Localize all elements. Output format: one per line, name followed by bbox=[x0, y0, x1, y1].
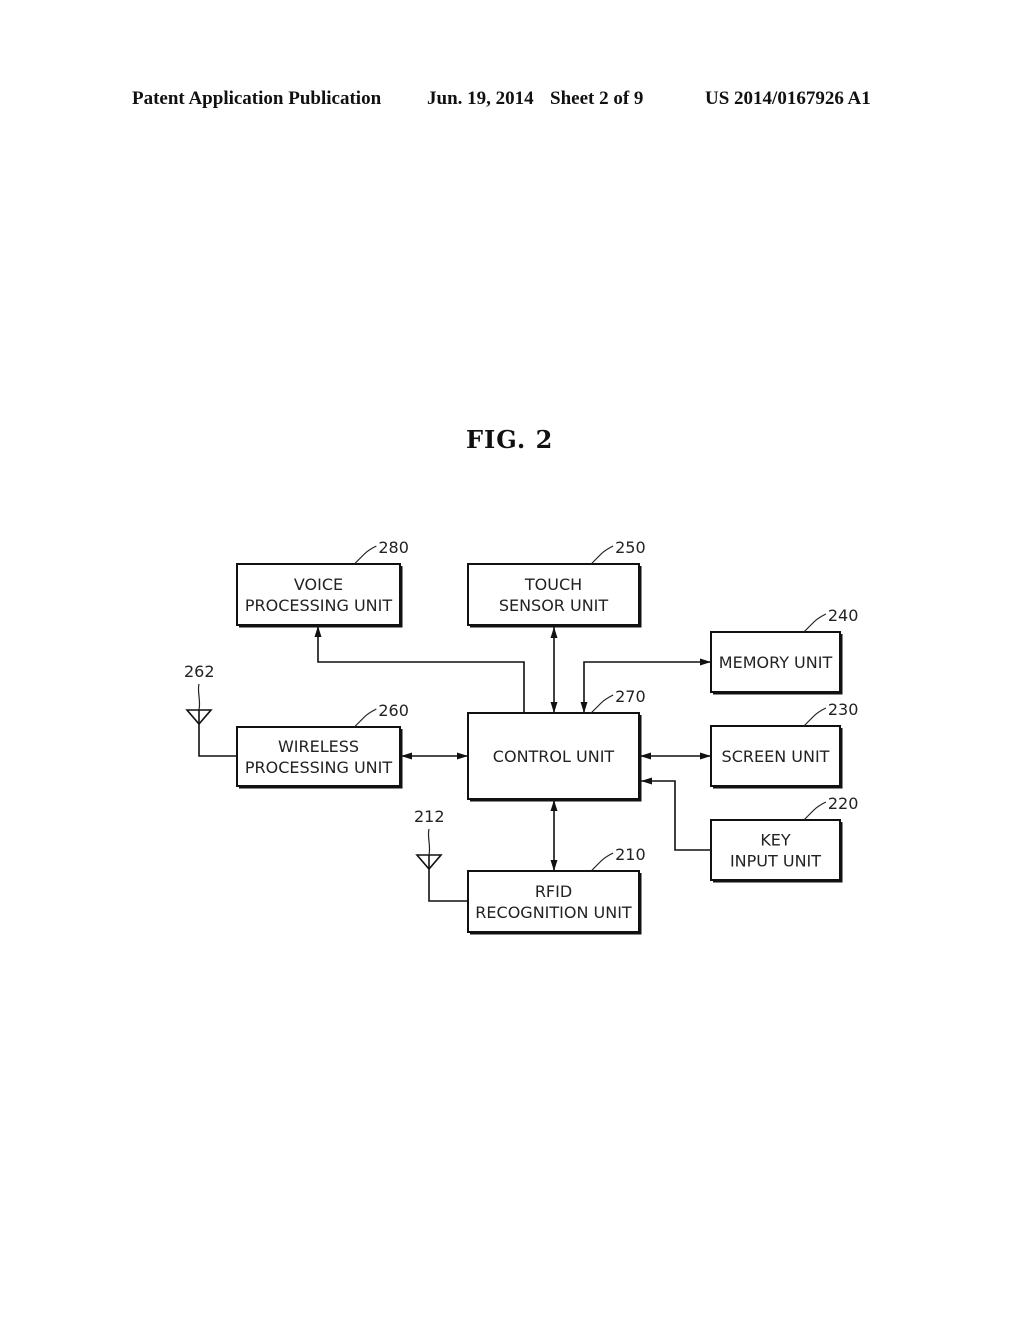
arrowhead-control-key bbox=[641, 777, 652, 785]
antenna-icon-262: 262 bbox=[184, 662, 215, 726]
block-label-line: PROCESSING UNIT bbox=[245, 596, 393, 615]
block-label-line: INPUT UNIT bbox=[730, 852, 821, 871]
block-label-line: MEMORY UNIT bbox=[719, 653, 833, 672]
arrowhead-touch bbox=[550, 627, 558, 638]
arrowhead-control-right bbox=[640, 752, 651, 760]
block-label-line: TOUCH bbox=[524, 575, 582, 594]
wire-antenna-wireless bbox=[198, 724, 237, 757]
block-diagram: 262 212 VOICE PROCESSING UNIT 280 TOUCH SENS… bbox=[184, 538, 859, 935]
block-label-line: PROCESSING UNIT bbox=[245, 758, 393, 777]
arrowhead-voice bbox=[314, 626, 322, 637]
block-screen: SCREEN UNIT 230 bbox=[710, 700, 859, 789]
arrowhead-wireless bbox=[401, 752, 412, 760]
block-label-line: RECOGNITION UNIT bbox=[475, 903, 632, 922]
leader-line bbox=[590, 852, 614, 872]
wire-antenna-rfid bbox=[428, 869, 468, 902]
ref-262: 262 bbox=[184, 662, 215, 681]
arrowhead-control-bottom bbox=[550, 800, 558, 811]
block-memory: MEMORY UNIT 240 bbox=[710, 606, 859, 695]
wire-memory-control bbox=[583, 661, 711, 713]
wire-key-control bbox=[641, 780, 711, 851]
arrowhead-screen bbox=[700, 752, 711, 760]
ref-260: 260 bbox=[378, 701, 409, 720]
ref-220: 220 bbox=[828, 794, 859, 813]
block-label-line: SENSOR UNIT bbox=[499, 596, 609, 615]
antenna-icon-212: 212 bbox=[414, 807, 445, 871]
block-rect bbox=[710, 819, 841, 881]
ref-230: 230 bbox=[828, 700, 859, 719]
block-label-line: CONTROL UNIT bbox=[493, 747, 615, 766]
block-label-line: SCREEN UNIT bbox=[722, 747, 830, 766]
ref-210: 210 bbox=[615, 845, 646, 864]
ref-270: 270 bbox=[615, 687, 646, 706]
block-label-line: RFID bbox=[535, 882, 572, 901]
blocks: VOICE PROCESSING UNIT 280 TOUCH SENSOR UNIT 2… bbox=[236, 538, 859, 935]
block-voice: VOICE PROCESSING UNIT 280 bbox=[236, 538, 409, 628]
block-label-line: WIRELESS bbox=[278, 737, 359, 756]
arrowhead-control-left bbox=[457, 752, 468, 760]
leader-line bbox=[353, 708, 377, 728]
block-rect bbox=[467, 563, 640, 626]
leader-line bbox=[353, 545, 377, 565]
block-label-line: VOICE bbox=[294, 575, 343, 594]
leader-line bbox=[590, 545, 614, 565]
arrowhead-control-top-1 bbox=[550, 702, 558, 713]
ref-212: 212 bbox=[414, 807, 445, 826]
leader-line bbox=[803, 613, 827, 633]
leader-line bbox=[803, 707, 827, 727]
wire-control-voice bbox=[317, 627, 525, 713]
arrowhead-memory bbox=[700, 658, 711, 666]
block-touch: TOUCH SENSOR UNIT 250 bbox=[467, 538, 646, 628]
block-rect bbox=[236, 726, 401, 787]
block-label-line: KEY bbox=[760, 831, 791, 850]
block-rect bbox=[236, 563, 401, 626]
arrowhead-control-top-2 bbox=[580, 702, 588, 713]
ref-250: 250 bbox=[615, 538, 646, 557]
leader-line bbox=[590, 694, 614, 714]
block-wireless: WIRELESS PROCESSING UNIT 260 bbox=[236, 701, 409, 789]
block-rfid: RFID RECOGNITION UNIT 210 bbox=[467, 845, 646, 935]
block-key: KEY INPUT UNIT 220 bbox=[710, 794, 859, 883]
ref-240: 240 bbox=[828, 606, 859, 625]
leader-line bbox=[803, 801, 827, 821]
arrowhead-rfid bbox=[550, 860, 558, 871]
ref-280: 280 bbox=[378, 538, 409, 557]
block-rect bbox=[467, 870, 640, 933]
